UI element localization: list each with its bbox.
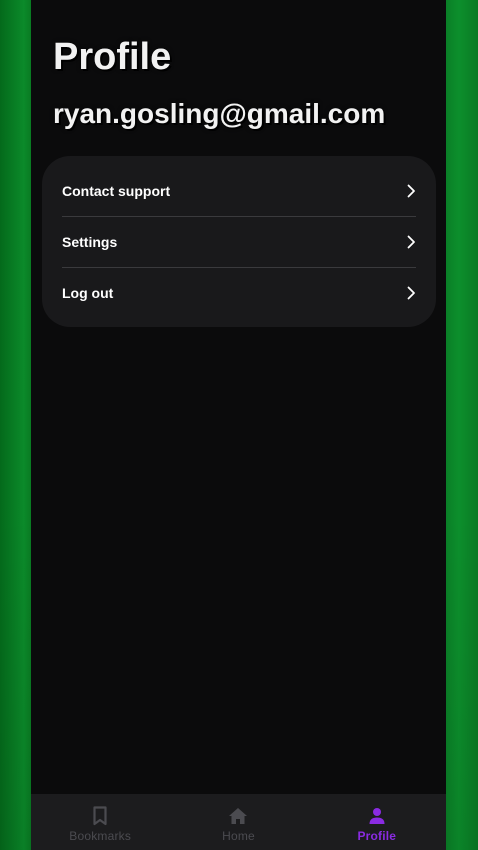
nav-item-home[interactable]: Home bbox=[169, 794, 307, 850]
menu-item-log-out[interactable]: Log out bbox=[62, 268, 416, 318]
nav-label: Bookmarks bbox=[69, 829, 132, 843]
menu-item-contact-support[interactable]: Contact support bbox=[62, 166, 416, 216]
nav-item-profile[interactable]: Profile bbox=[308, 794, 446, 850]
nav-item-bookmarks[interactable]: Bookmarks bbox=[31, 794, 169, 850]
app-screen: Profile ryan.gosling@gmail.com Contact s… bbox=[31, 0, 446, 850]
nav-label: Home bbox=[222, 829, 255, 843]
chevron-right-icon bbox=[404, 184, 418, 198]
bookmark-icon bbox=[89, 805, 111, 827]
menu-item-label: Settings bbox=[62, 234, 118, 250]
home-icon bbox=[227, 805, 249, 827]
menu-item-label: Log out bbox=[62, 285, 114, 301]
chevron-right-icon bbox=[404, 235, 418, 249]
menu-item-label: Contact support bbox=[62, 183, 171, 199]
page-title: Profile bbox=[53, 36, 172, 78]
chevron-right-icon bbox=[404, 286, 418, 300]
profile-menu: Contact support Settings Log out bbox=[42, 156, 436, 327]
menu-item-settings[interactable]: Settings bbox=[62, 217, 416, 267]
user-email: ryan.gosling@gmail.com bbox=[53, 98, 386, 129]
bottom-navigation: Bookmarks Home Profile bbox=[31, 794, 446, 850]
person-icon bbox=[366, 805, 388, 827]
nav-label: Profile bbox=[357, 829, 397, 843]
